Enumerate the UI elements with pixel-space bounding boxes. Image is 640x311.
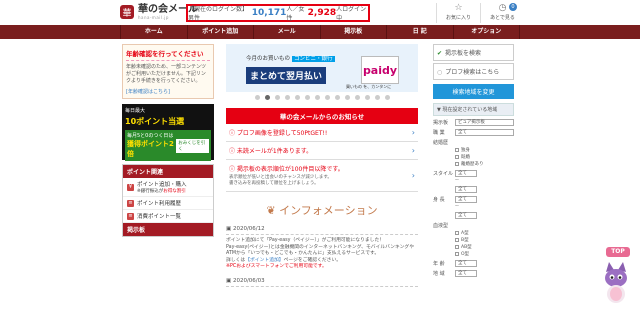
coin-icon: ¥ [127, 183, 134, 191]
carousel-dot[interactable] [274, 95, 280, 100]
news-item[interactable]: ⓘ 掲示板の表示順位が100件目以降です。 表示順位が低いと出会いのチャンスが減… [226, 160, 418, 192]
info-body: ポイント追加にて「Pay-easy（ペイジー）」がご利用可能になりました！ Pa… [226, 238, 415, 269]
marriage-option[interactable]: 既婚 [455, 154, 514, 160]
menu-point-list[interactable]: ≡ 消費ポイント一覧 [123, 210, 213, 223]
watch-later-button[interactable]: ◷ あとで見る 0 [480, 3, 524, 23]
menu-point-purchase[interactable]: ¥ ポイント追加・購入 ※銀行振込がお得な割引 [123, 178, 213, 197]
point-menu-head: ポイント関連 [123, 165, 213, 178]
blood-option[interactable]: AB型 [455, 244, 514, 250]
logo-mark-icon: 華 [120, 5, 134, 19]
info-icon: ⓘ [229, 166, 237, 173]
calendar-icon: ▣ [226, 226, 233, 232]
age-verify-notice: 年齢確認を行ってください 年齢未確認のため、一部コンテンツがご利用いただけません… [122, 44, 214, 99]
later-badge: 0 [509, 3, 517, 11]
carousel-dot[interactable] [374, 95, 380, 100]
job-select[interactable]: 全て [455, 129, 514, 136]
point-add-link[interactable]: 【ポイント追加】 [245, 258, 283, 263]
male-count: 10,171 [251, 8, 287, 18]
nav-board[interactable]: 掲示板 [321, 25, 387, 39]
area-filter-label: ▼ 現在設定されている地域 [433, 103, 514, 116]
info-icon: ⓘ [229, 130, 237, 137]
prof-search-option[interactable]: ○ プロフ検索はこちら [433, 63, 514, 80]
check-icon: ✔ [437, 50, 443, 57]
board-menu-head: 掲示板 [123, 223, 213, 236]
carousel-dot[interactable] [314, 95, 320, 100]
female-count: 2,928 [307, 8, 337, 18]
carousel-dot[interactable] [324, 95, 330, 100]
ornament-icon: ❦ [266, 204, 280, 217]
info-date: ▣ 2020/06/12 [226, 226, 418, 235]
main-nav: ホーム ポイント追加 メール 掲示板 日 記 オプション [0, 25, 640, 39]
notice-title: 年齢確認を行ってください [126, 48, 210, 61]
blood-option[interactable]: O型 [455, 251, 514, 257]
calendar-icon: ▣ [226, 277, 233, 284]
paidy-logo: paidy [361, 56, 399, 84]
left-sidebar: 年齢確認を行ってください 年齢未確認のため、一部コンテンツがご利用いただけません… [122, 44, 214, 237]
login-count-box: 【現在のログイン数】男性 10,171 人／女性 2,928 人ログイン中 [186, 4, 370, 22]
chevron-right-icon: › [411, 128, 415, 137]
news-item[interactable]: ⓘ 未読メールが1件あります。 › [226, 142, 418, 160]
carousel-dot[interactable] [284, 95, 290, 100]
change-area-button[interactable]: 検索地域を変更 [433, 84, 514, 99]
region-select[interactable]: 全て [455, 270, 477, 277]
information-title: ❦ インフォメーション [266, 204, 378, 217]
nav-home[interactable]: ホーム [120, 25, 188, 39]
carousel-dot[interactable] [384, 95, 390, 100]
carousel-dot[interactable] [354, 95, 360, 100]
right-sidebar: ✔ 掲示板を検索 ○ プロフ検索はこちら 検索地域を変更 ▼ 現在設定されている地域… [433, 44, 514, 277]
marriage-option[interactable]: 独身 [455, 147, 514, 153]
carousel-dot[interactable] [304, 95, 310, 100]
star-icon: ☆ [454, 3, 463, 13]
header: 華 華の会メール hana-mail.jp 【現在のログイン数】男性 10,17… [0, 0, 640, 25]
carousel-dot[interactable] [254, 95, 260, 100]
news-item[interactable]: ⓘ プロフ画像を登録して50PtGET!! › [226, 124, 418, 142]
point-menu: ポイント関連 ¥ ポイント追加・購入 ※銀行振込がお得な割引 ≡ ポイント利用履… [122, 164, 214, 237]
carousel-dot[interactable] [294, 95, 300, 100]
style-min-select[interactable]: 全て [455, 170, 477, 177]
board-select[interactable]: ピュア掲示板 [455, 119, 514, 126]
notice-body: 年齢未確認のため、一部コンテンツがご利用いただけません。下記リンクより手続きを行… [126, 64, 207, 84]
check-circle-icon: ○ [437, 69, 443, 76]
chevron-right-icon: › [411, 171, 415, 180]
nav-point-add[interactable]: ポイント追加 [188, 25, 254, 39]
carousel-dot[interactable] [364, 95, 370, 100]
main-content: 今月のお買いもの コンビニ・銀行 まとめて翌月払い paidy 買いもの を、カン… [226, 44, 418, 287]
age-min-select[interactable]: 全て [455, 260, 477, 267]
omikuji-campaign-banner[interactable]: 毎日最大 10ポイント当選 毎月5と0のつく日は 獲得ポイント2倍 おみくじを引く [122, 104, 214, 161]
height-max-select[interactable]: 全て [455, 212, 477, 219]
carousel-dot[interactable] [264, 95, 270, 100]
info-icon: ⓘ [229, 148, 237, 155]
paidy-banner[interactable]: 今月のお買いもの コンビニ・銀行 まとめて翌月払い paidy 買いもの を、カン… [226, 44, 418, 92]
favorites-button[interactable]: ☆ お気に入り [436, 3, 480, 23]
clock-icon: ◷ [498, 3, 507, 13]
carousel-dots[interactable] [226, 95, 418, 100]
age-verify-link[interactable]: [年齢確認はこちら] [126, 88, 210, 95]
blood-option[interactable]: B型 [455, 237, 514, 243]
cat-mascot-icon [605, 262, 627, 303]
nav-mail[interactable]: メール [254, 25, 321, 39]
chevron-right-icon: › [411, 146, 415, 155]
info-date: ▣ 2020/06/03 [226, 278, 418, 287]
list-icon: ≡ [127, 212, 134, 220]
back-to-top-button[interactable]: TOP [606, 247, 630, 257]
carousel-dot[interactable] [344, 95, 350, 100]
board-search-option[interactable]: ✔ 掲示板を検索 [433, 44, 514, 61]
height-min-select[interactable]: 全て [455, 196, 477, 203]
history-icon: ≡ [127, 199, 134, 207]
style-max-select[interactable]: 全て [455, 186, 477, 193]
menu-point-history[interactable]: ≡ ポイント利用履歴 [123, 197, 213, 210]
nav-diary[interactable]: 日 記 [387, 25, 454, 39]
omikuji-button[interactable]: おみくじを引く [176, 138, 209, 153]
marriage-option[interactable]: 離婚歴あり [455, 161, 514, 167]
nav-option[interactable]: オプション [454, 25, 520, 39]
carousel-dot[interactable] [334, 95, 340, 100]
news-heading: 華の会メールからのお知らせ [226, 108, 418, 124]
blood-option[interactable]: A型 [455, 230, 514, 236]
